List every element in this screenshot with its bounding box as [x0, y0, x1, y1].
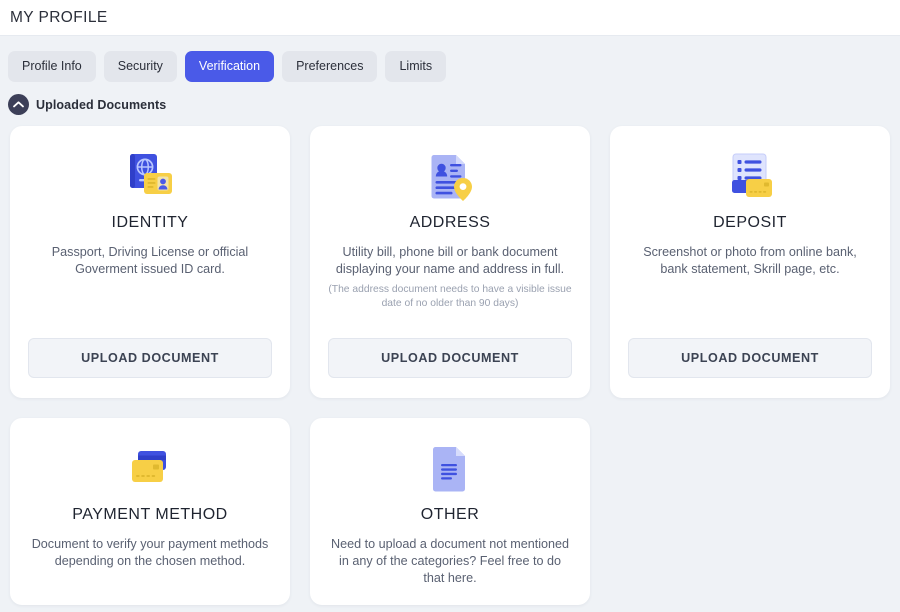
tab-verification[interactable]: Verification	[185, 51, 274, 82]
tab-profile-info[interactable]: Profile Info	[8, 51, 96, 82]
tab-security[interactable]: Security	[104, 51, 177, 82]
page-header: MY PROFILE	[0, 0, 900, 36]
upload-document-button-address[interactable]: UPLOAD DOCUMENT	[328, 338, 572, 378]
address-document-pin-icon	[424, 150, 476, 206]
document-card-deposit: DEPOSIT Screenshot or photo from online …	[610, 126, 890, 398]
card-title: IDENTITY	[112, 214, 189, 232]
card-title: PAYMENT METHOD	[72, 506, 227, 524]
uploaded-documents-section-header[interactable]: Uploaded Documents	[0, 82, 900, 115]
upload-document-button-deposit[interactable]: UPLOAD DOCUMENT	[628, 338, 872, 378]
document-card-grid: IDENTITY Passport, Driving License or of…	[0, 115, 900, 605]
card-title: DEPOSIT	[713, 214, 787, 232]
credit-cards-icon	[124, 442, 176, 498]
tab-limits[interactable]: Limits	[385, 51, 446, 82]
card-description: Need to upload a document not mentioned …	[328, 536, 572, 587]
document-card-address: ADDRESS Utility bill, phone bill or bank…	[310, 126, 590, 398]
bank-statement-card-icon	[724, 150, 776, 206]
tab-preferences[interactable]: Preferences	[282, 51, 377, 82]
card-title: ADDRESS	[410, 214, 491, 232]
card-description: Passport, Driving License or official Go…	[28, 244, 272, 278]
card-description: Document to verify your payment methods …	[28, 536, 272, 570]
page-title: MY PROFILE	[10, 9, 108, 27]
document-card-other: OTHER Need to upload a document not ment…	[310, 418, 590, 605]
card-title: OTHER	[421, 506, 480, 524]
card-note: (The address document needs to have a vi…	[328, 283, 572, 311]
document-card-identity: IDENTITY Passport, Driving License or of…	[10, 126, 290, 398]
card-description: Screenshot or photo from online bank, ba…	[628, 244, 872, 278]
generic-document-icon	[427, 442, 473, 498]
upload-document-button-identity[interactable]: UPLOAD DOCUMENT	[28, 338, 272, 378]
profile-tabs: Profile Info Security Verification Prefe…	[0, 36, 900, 82]
chevron-up-icon[interactable]	[8, 94, 29, 115]
passport-id-card-icon	[122, 150, 178, 206]
card-description: Utility bill, phone bill or bank documen…	[328, 244, 572, 278]
section-title: Uploaded Documents	[36, 98, 166, 112]
document-card-payment-method: PAYMENT METHOD Document to verify your p…	[10, 418, 290, 605]
